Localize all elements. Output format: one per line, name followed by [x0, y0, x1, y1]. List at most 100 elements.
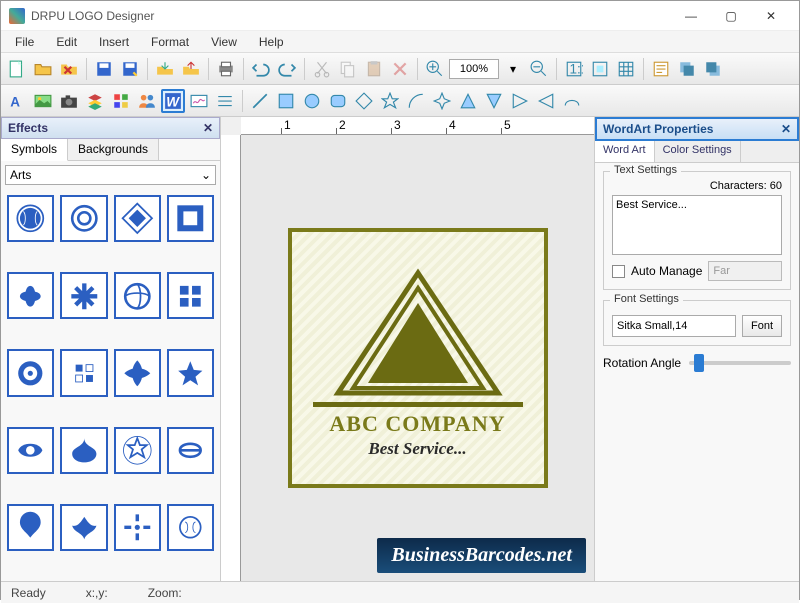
- triangle-left-shape-icon[interactable]: [534, 89, 558, 113]
- menu-edit[interactable]: Edit: [46, 33, 87, 51]
- wordart-text-input[interactable]: Best Service...: [612, 195, 782, 255]
- actual-size-icon[interactable]: 1:1: [562, 57, 586, 81]
- close-file-icon[interactable]: [57, 57, 81, 81]
- send-back-icon[interactable]: [675, 57, 699, 81]
- properties-icon[interactable]: [649, 57, 673, 81]
- open-icon[interactable]: [31, 57, 55, 81]
- symbol-item[interactable]: [167, 504, 214, 551]
- symbol-item[interactable]: [114, 195, 161, 242]
- menu-view[interactable]: View: [201, 33, 247, 51]
- export-icon[interactable]: [179, 57, 203, 81]
- new-icon[interactable]: [5, 57, 29, 81]
- tab-color-settings[interactable]: Color Settings: [655, 141, 741, 162]
- symbol-item[interactable]: [7, 349, 54, 396]
- canvas[interactable]: ABC COMPANY Best Service... BusinessBarc…: [241, 135, 594, 581]
- character-count-label: Characters: 60: [612, 180, 782, 192]
- symbol-item[interactable]: [167, 195, 214, 242]
- layers-icon[interactable]: [83, 89, 107, 113]
- import-icon[interactable]: [153, 57, 177, 81]
- undo-icon[interactable]: [249, 57, 273, 81]
- circle-shape-icon[interactable]: [300, 89, 324, 113]
- menu-help[interactable]: Help: [249, 33, 294, 51]
- font-value-input[interactable]: Sitka Small,14: [612, 315, 736, 337]
- symbol-item[interactable]: [7, 504, 54, 551]
- maximize-button[interactable]: ▢: [711, 4, 751, 28]
- effects-panel-close-icon[interactable]: ✕: [203, 121, 213, 135]
- copy-icon[interactable]: [336, 57, 360, 81]
- fit-page-icon[interactable]: [588, 57, 612, 81]
- strikeline-icon[interactable]: [213, 89, 237, 113]
- font-button[interactable]: Font: [742, 315, 782, 337]
- people-icon[interactable]: [135, 89, 159, 113]
- symbol-item[interactable]: [60, 427, 107, 474]
- zoom-value[interactable]: 100%: [449, 59, 499, 79]
- svg-text:1:1: 1:1: [570, 61, 584, 76]
- cut-icon[interactable]: [310, 57, 334, 81]
- auto-manage-checkbox[interactable]: [612, 265, 625, 278]
- roundrect-shape-icon[interactable]: [326, 89, 350, 113]
- curve-shape-icon[interactable]: [560, 89, 584, 113]
- font-settings-group: Font Settings Sitka Small,14 Font: [603, 300, 791, 346]
- menu-file[interactable]: File: [5, 33, 44, 51]
- saveas-icon[interactable]: [118, 57, 142, 81]
- symbol-item[interactable]: [7, 195, 54, 242]
- chevron-down-icon: ⌄: [201, 168, 211, 182]
- rotation-angle-slider[interactable]: [689, 361, 791, 365]
- triangle-up-shape-icon[interactable]: [456, 89, 480, 113]
- minimize-button[interactable]: —: [671, 4, 711, 28]
- wordart-tool-icon[interactable]: W: [161, 89, 185, 113]
- redo-icon[interactable]: [275, 57, 299, 81]
- symbol-item[interactable]: [60, 195, 107, 242]
- delete-icon[interactable]: [388, 57, 412, 81]
- triangle-down-shape-icon[interactable]: [482, 89, 506, 113]
- logo-tagline-text[interactable]: Best Service...: [368, 439, 466, 459]
- diamond-shape-icon[interactable]: [352, 89, 376, 113]
- symbol-item[interactable]: [167, 272, 214, 319]
- menu-format[interactable]: Format: [141, 33, 199, 51]
- tab-wordart[interactable]: Word Art: [595, 141, 655, 162]
- symbol-item[interactable]: [114, 427, 161, 474]
- symbol-item[interactable]: [167, 427, 214, 474]
- symbols-category-value: Arts: [10, 168, 31, 182]
- camera-icon[interactable]: [57, 89, 81, 113]
- tab-backgrounds[interactable]: Backgrounds: [68, 139, 159, 160]
- image-tool-icon[interactable]: [31, 89, 55, 113]
- zoom-out-icon[interactable]: [527, 57, 551, 81]
- arc-shape-icon[interactable]: [404, 89, 428, 113]
- symbol-item[interactable]: [60, 272, 107, 319]
- symbol-item[interactable]: [7, 427, 54, 474]
- zoom-dropdown-icon[interactable]: ▾: [501, 57, 525, 81]
- logo-design[interactable]: ABC COMPANY Best Service...: [288, 228, 548, 488]
- save-icon[interactable]: [92, 57, 116, 81]
- bring-front-icon[interactable]: [701, 57, 725, 81]
- triangle-right-shape-icon[interactable]: [508, 89, 532, 113]
- line-shape-icon[interactable]: [248, 89, 272, 113]
- tab-symbols[interactable]: Symbols: [1, 139, 68, 161]
- toolbar-main: 100% ▾ 1:1: [1, 53, 799, 85]
- symbol-item[interactable]: [60, 349, 107, 396]
- star4-shape-icon[interactable]: [430, 89, 454, 113]
- signature-icon[interactable]: [187, 89, 211, 113]
- alignment-select[interactable]: Far: [708, 261, 782, 281]
- square-shape-icon[interactable]: [274, 89, 298, 113]
- text-tool-icon[interactable]: A: [5, 89, 29, 113]
- zoom-in-icon[interactable]: [423, 57, 447, 81]
- grid-icon[interactable]: [614, 57, 638, 81]
- properties-panel-header: WordArt Properties ✕: [595, 117, 799, 141]
- symbols-category-select[interactable]: Arts ⌄: [5, 165, 216, 185]
- symbol-item[interactable]: [114, 349, 161, 396]
- menu-insert[interactable]: Insert: [89, 33, 139, 51]
- paste-icon[interactable]: [362, 57, 386, 81]
- symbol-item[interactable]: [60, 504, 107, 551]
- symbol-item[interactable]: [114, 272, 161, 319]
- watermark: BusinessBarcodes.net: [377, 538, 586, 573]
- print-icon[interactable]: [214, 57, 238, 81]
- color-icon[interactable]: [109, 89, 133, 113]
- symbol-item[interactable]: [114, 504, 161, 551]
- symbol-item[interactable]: [167, 349, 214, 396]
- symbol-item[interactable]: [7, 272, 54, 319]
- status-ready: Ready: [11, 586, 46, 600]
- star-shape-icon[interactable]: [378, 89, 402, 113]
- close-button[interactable]: ✕: [751, 4, 791, 28]
- properties-panel-close-icon[interactable]: ✕: [781, 122, 791, 136]
